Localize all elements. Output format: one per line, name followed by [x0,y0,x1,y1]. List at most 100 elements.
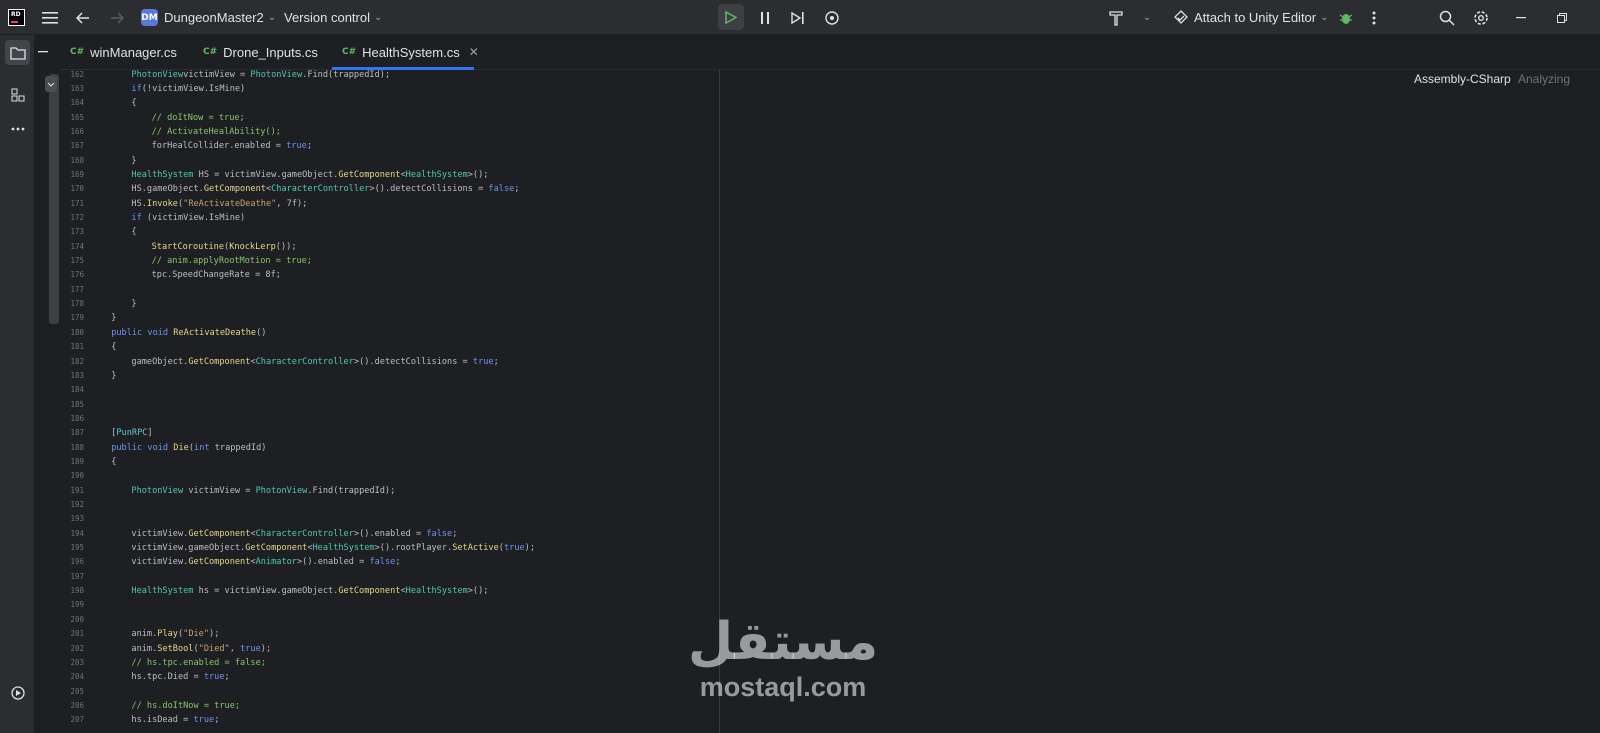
code-line[interactable]: 190 [60,469,1600,483]
code-line[interactable]: 174 StartCoroutine(KnockLerp()); [60,240,1600,254]
line-number: 169 [70,169,84,179]
collapse-panel-icon[interactable] [36,45,50,59]
chevron-down-icon[interactable] [45,76,57,92]
build-options-chevron[interactable]: ⌄ [1138,0,1152,35]
mostaql-watermark: مستقل mostaql.com [688,612,888,707]
pause-button[interactable] [755,0,775,35]
code-line[interactable]: 188 public void Die(int trappedId) [60,441,1600,455]
code-line[interactable]: 183} [60,369,1600,383]
tab-healthsystem[interactable]: C# HealthSystem.cs ✕ [342,35,479,69]
code-line[interactable]: 194 victimView.GetComponent<CharacterCont… [60,527,1600,541]
code-line[interactable]: 172 if (victimView.IsMine) [60,211,1600,225]
code-text: gameObject.GetComponent<CharacterControl… [131,356,499,367]
attach-unity-editor[interactable]: Attach to Unity Editor ⌄ [1173,0,1329,35]
code-line[interactable]: 198 HealthSystem hs = victimView.gameObje… [60,584,1600,598]
code-line[interactable]: 173 { [60,225,1600,239]
rider-logo[interactable]: RD [8,9,25,26]
unity-debug-button[interactable] [821,0,843,35]
code-line[interactable]: 191 PhotonView victimView = PhotonView.Fi… [60,484,1600,498]
main-menu-icon[interactable] [38,0,62,35]
line-number: 175 [70,256,84,266]
code-line[interactable]: 169 HealthSystem HS = victimView.gameObje… [60,168,1600,182]
code-line[interactable]: 195 victimView.gameObject.GetComponent<He… [60,541,1600,555]
code-line[interactable]: 178} [60,297,1600,311]
code-line[interactable]: 162 PhotonViewvictimView = PhotonView.Fin… [60,70,1600,82]
code-line[interactable]: 184 [60,383,1600,397]
code-line[interactable]: 181 { [60,340,1600,354]
code-line[interactable]: 175 // anim.applyRootMotion = true; [60,254,1600,268]
code-text: tpc.SpeedChangeRate = 8f; [151,270,281,281]
code-line[interactable]: 177 [60,283,1600,297]
code-text: [PunRPC] [111,428,153,439]
code-line[interactable]: 187 [PunRPC] [60,426,1600,440]
line-number: 182 [70,356,84,366]
code-line[interactable]: 192 [60,498,1600,512]
code-line[interactable]: 168} [60,154,1600,168]
code-line[interactable]: 207 hs.isDead = true; [60,713,1600,727]
line-number: 174 [70,241,84,251]
code-line[interactable]: 163 if(!victimView.IsMine) [60,82,1600,96]
services-icon[interactable] [5,680,30,705]
tab-label: Drone_Inputs.cs [223,44,318,60]
code-text: PhotonViewvictimView = PhotonView.Find(t… [131,70,391,80]
code-line[interactable]: 186 [60,412,1600,426]
run-button[interactable] [718,4,744,30]
line-number: 187 [70,428,84,438]
project-folder-icon[interactable] [5,40,30,65]
line-number: 176 [70,270,84,280]
code-line[interactable]: 196 victimView.GetComponent<Animator>().e… [60,555,1600,569]
code-text: // hs.doItNow = true; [131,700,241,711]
editor-tab-bar: C# winManager.cs C# Drone_Inputs.cs C# H… [60,35,1600,70]
code-line[interactable]: 189 { [60,455,1600,469]
settings-gear-icon[interactable] [1471,0,1491,35]
tab-winmanager[interactable]: C# winManager.cs [70,35,177,69]
code-line[interactable]: 179} [60,311,1600,325]
line-number: 180 [70,327,84,337]
code-line[interactable]: 167 forHealCollider.enabled = true; [60,139,1600,153]
code-line[interactable]: 185 [60,398,1600,412]
line-number: 199 [70,600,84,610]
code-line[interactable]: 197 [60,570,1600,584]
more-tools-icon[interactable] [5,116,30,141]
code-text: } [111,313,117,324]
structure-icon[interactable] [5,82,30,107]
step-button[interactable] [787,0,809,35]
attach-label: Attach to Unity Editor [1194,10,1317,25]
hammer-button[interactable] [1106,0,1126,35]
line-number: 164 [70,98,84,108]
more-options-icon[interactable] [1366,0,1382,35]
back-arrow-icon[interactable] [72,0,94,35]
search-icon[interactable] [1437,0,1457,35]
code-line[interactable]: 170 HS.gameObject.GetComponent<CharacterC… [60,182,1600,196]
line-number: 189 [70,456,84,466]
code-line[interactable]: 199 [60,598,1600,612]
minimize-window-icon[interactable] [1512,0,1530,35]
code-line[interactable]: 193 [60,512,1600,526]
watermark-arabic: مستقل [688,612,880,672]
csharp-file-icon: C# [70,47,85,57]
code-text: hs.tpc.Died = true; [131,672,230,683]
line-number: 168 [70,155,84,165]
code-text: } [111,370,117,381]
close-tab-icon[interactable]: ✕ [469,45,479,59]
project-panel-scrollbar[interactable] [49,74,59,324]
restore-window-icon[interactable] [1553,0,1571,35]
tab-drone-inputs[interactable]: C# Drone_Inputs.cs [203,35,318,69]
code-line[interactable]: 164 { [60,96,1600,110]
line-number: 200 [70,614,84,624]
assembly-label[interactable]: Assembly-CSharp [1414,72,1511,86]
tool-window-strip [0,35,35,733]
code-line[interactable]: 180 public void ReActivateDeathe() [60,326,1600,340]
code-line[interactable]: 182 gameObject.GetComponent<CharacterCont… [60,355,1600,369]
project-selector[interactable]: DM DungeonMaster2 ⌄ [141,0,276,35]
version-control-menu[interactable]: Version control ⌄ [284,0,382,35]
code-line[interactable]: 171 HS.Invoke("ReActivateDeathe", 7f); [60,197,1600,211]
line-number: 188 [70,442,84,452]
code-line[interactable]: 165 // doItNow = true; [60,111,1600,125]
code-text: // anim.applyRootMotion = true; [151,256,312,267]
forward-arrow-icon[interactable] [106,0,128,35]
code-line[interactable]: 176 tpc.SpeedChangeRate = 8f; [60,268,1600,282]
code-text: { [111,456,117,467]
debug-button[interactable] [1336,0,1356,35]
code-line[interactable]: 166 // ActivateHealAbility(); [60,125,1600,139]
